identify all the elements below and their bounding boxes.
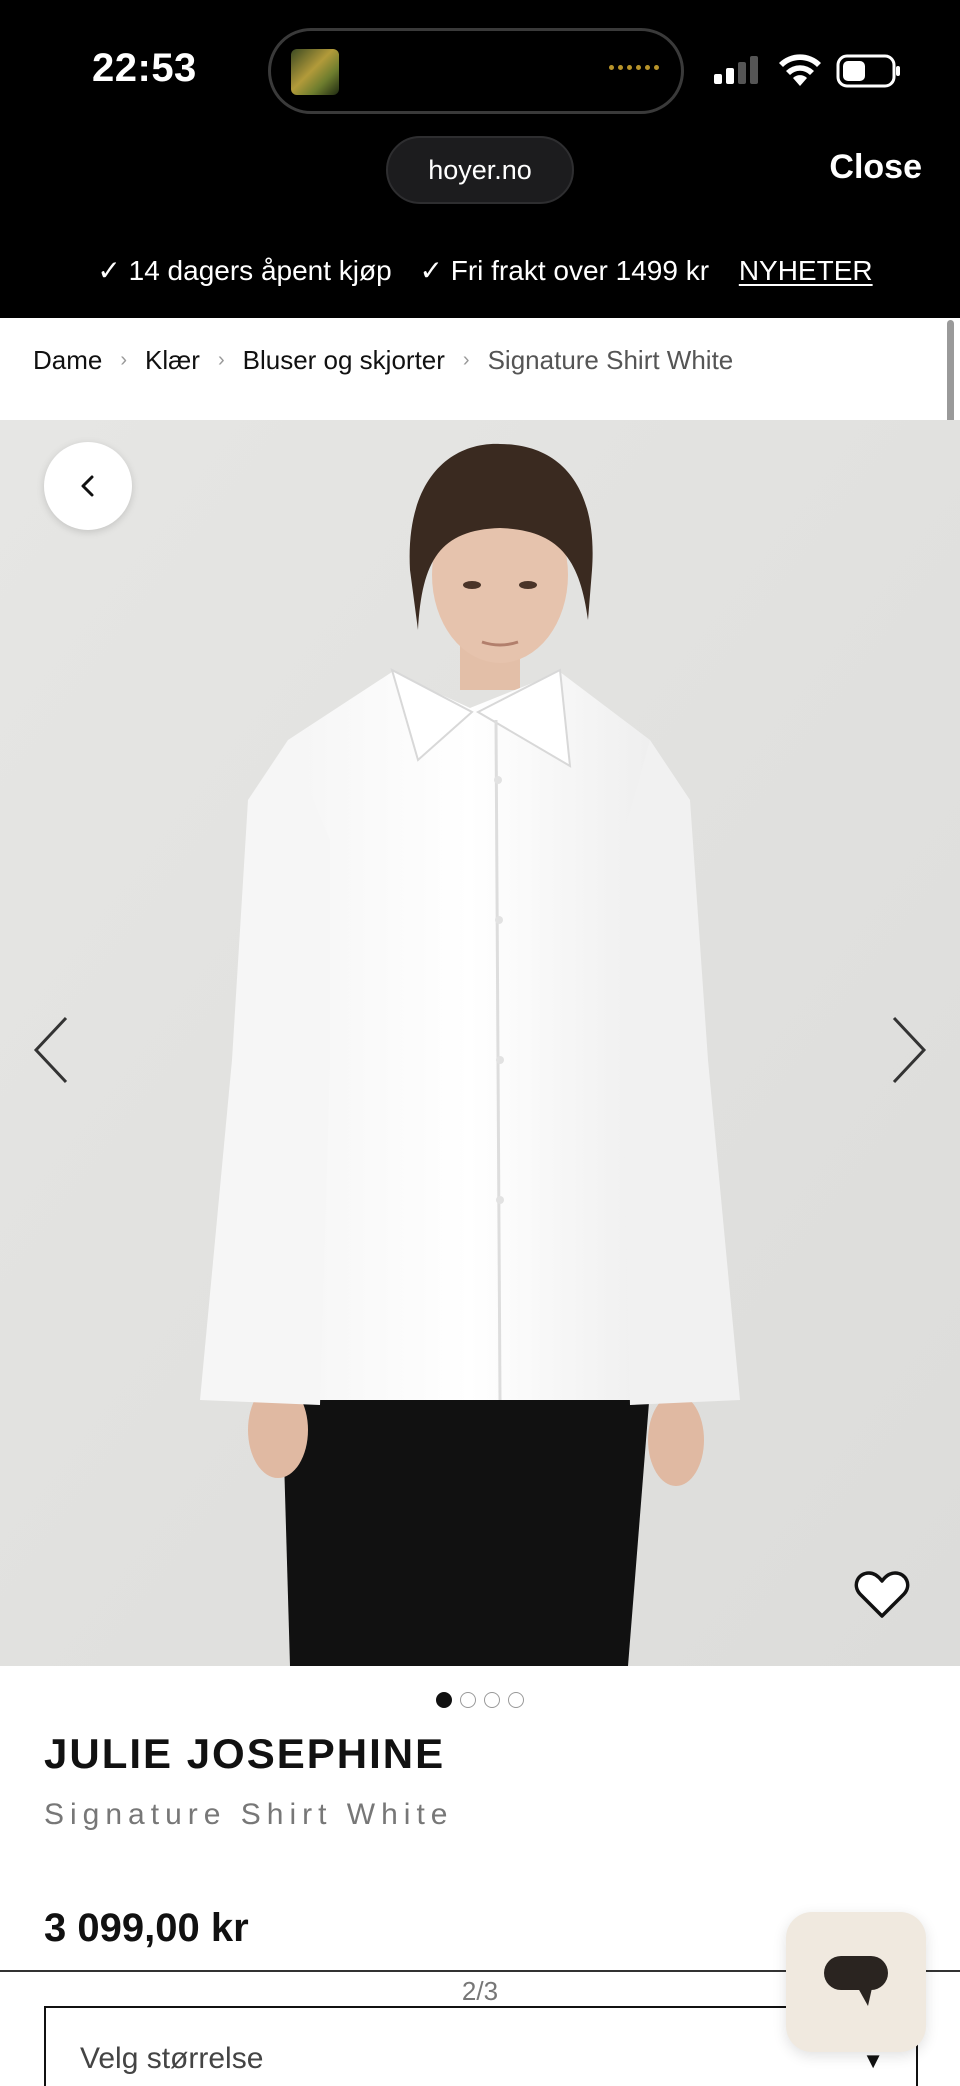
gallery-pagination	[0, 1692, 960, 1708]
heart-icon[interactable]	[854, 1570, 910, 1620]
promo-open-purchase: ✓ 14 dagers åpent kjøp	[97, 255, 392, 286]
cellular-signal-icon	[714, 56, 758, 84]
close-button[interactable]: Close	[829, 148, 922, 187]
dynamic-island[interactable]	[268, 28, 684, 114]
product-photo	[0, 420, 960, 1666]
breadcrumb-bluser[interactable]: Bluser og skjorter	[243, 345, 445, 376]
wifi-icon	[779, 54, 821, 86]
battery-icon	[836, 54, 900, 88]
gallery-dot-3[interactable]	[484, 1692, 500, 1708]
breadcrumb-separator: ›	[217, 348, 225, 371]
media-thumbnail	[291, 49, 339, 95]
gallery-next-button[interactable]	[884, 1010, 934, 1090]
chat-button[interactable]	[786, 1912, 926, 2052]
size-select-label: Velg størrelse	[80, 2042, 264, 2075]
back-button[interactable]	[44, 442, 132, 530]
breadcrumb-separator: ›	[120, 348, 128, 371]
gallery-prev-button[interactable]	[26, 1010, 76, 1090]
promo-bar: ✓ 14 dagers åpent kjøp ✓ Fri frakt over …	[0, 254, 960, 287]
promo-free-shipping: ✓ Fri frakt over 1499 kr	[419, 255, 710, 286]
news-link[interactable]: NYHETER	[739, 255, 873, 286]
breadcrumb-current: Signature Shirt White	[487, 344, 734, 375]
breadcrumb: Dame › Klær › Bluser og skjorter › Signa…	[33, 340, 733, 380]
gallery-dot-1[interactable]	[436, 1692, 452, 1708]
breadcrumb-klaer[interactable]: Klær	[145, 345, 200, 376]
gallery-dot-2[interactable]	[460, 1692, 476, 1708]
url-bar[interactable]: hoyer.no	[386, 136, 574, 204]
breadcrumb-separator: ›	[462, 348, 470, 371]
chat-bubble-icon	[824, 1956, 888, 2006]
gallery-dot-4[interactable]	[508, 1692, 524, 1708]
product-name: Signature Shirt White	[44, 1798, 454, 1831]
status-time: 22:53	[92, 46, 197, 90]
breadcrumb-dame[interactable]: Dame	[33, 345, 102, 376]
chevron-left-icon	[81, 475, 94, 497]
browser-chrome: 22:53 hoyer.no Close ✓ 14 dagers åpent k…	[0, 0, 960, 318]
product-gallery[interactable]	[0, 420, 960, 1666]
product-brand[interactable]: JULIE JOSEPHINE	[44, 1730, 445, 1778]
product-price: 3 099,00 kr	[44, 1906, 249, 1950]
audio-activity-icon	[609, 65, 659, 70]
